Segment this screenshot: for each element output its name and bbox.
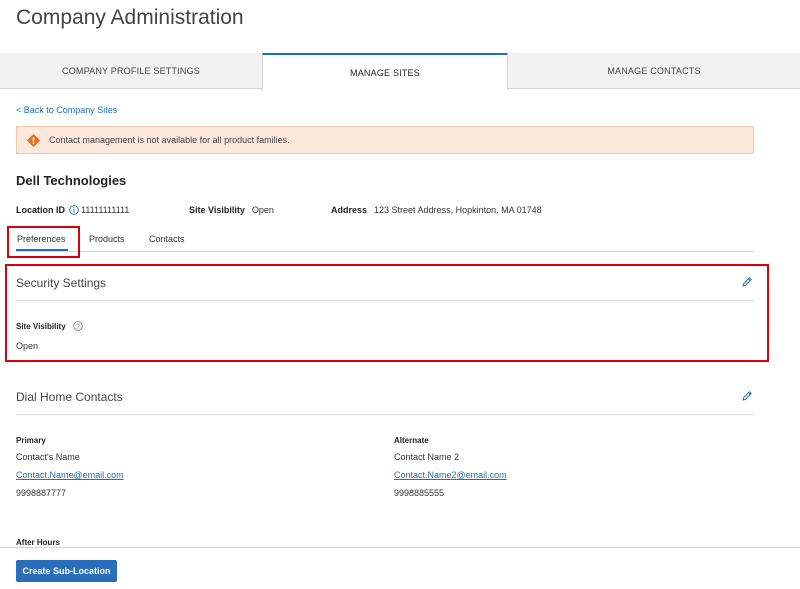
main-tabs: COMPANY PROFILE SETTINGS MANAGE SITES MA… (0, 53, 800, 90)
primary-label: Primary (16, 436, 46, 445)
sub-tabs: Preferences Products Contacts (16, 230, 754, 252)
security-settings-highlight (5, 264, 769, 362)
subtab-contacts[interactable]: Contacts (149, 234, 185, 244)
tab-company-profile-settings[interactable]: COMPANY PROFILE SETTINGS (0, 53, 262, 88)
tab-manage-contacts[interactable]: MANAGE CONTACTS (508, 53, 800, 88)
alternate-contact-name: Contact Name 2 (394, 452, 460, 462)
alternate-contact-email-link[interactable]: Contact.Name2@email.com (394, 470, 507, 480)
address-info: Address 123 Street Address, Hopkinton, M… (331, 205, 542, 215)
back-to-company-sites-link[interactable]: < Back to Company Sites (16, 105, 117, 115)
location-id-label: Location ID (16, 205, 65, 215)
primary-contact-email-link[interactable]: Contact.Name@email.com (16, 470, 124, 480)
subtab-products[interactable]: Products (89, 234, 125, 244)
location-id-value: 11111111111 (81, 205, 130, 215)
primary-contact-name: Contact's Name (16, 452, 80, 462)
alternate-contact-phone: 9998885555 (394, 488, 445, 498)
company-name: Dell Technologies (16, 173, 127, 188)
site-visibility-info: Site Visibility Open (189, 205, 274, 215)
dial-home-contacts-title: Dial Home Contacts (16, 390, 123, 404)
dial-home-divider (16, 414, 754, 415)
alert-text: Contact management is not available for … (49, 135, 290, 145)
tab-manage-sites[interactable]: MANAGE SITES (262, 53, 508, 90)
location-id-info: Location ID 11111111111 (16, 205, 129, 215)
alternate-label: Alternate (394, 436, 429, 445)
preferences-tab-highlight (7, 226, 80, 258)
page-title: Company Administration (16, 6, 244, 29)
create-sub-location-button[interactable]: Create Sub-Location (16, 560, 117, 582)
site-visibility-value: Open (251, 205, 274, 215)
address-value: 123 Street Address, Hopkinton, MA 01748 (374, 205, 542, 215)
footer-bar: Create Sub-Location (0, 547, 800, 589)
site-visibility-label: Site Visibility (189, 205, 245, 215)
address-label: Address (331, 205, 368, 215)
edit-dial-home-contacts-icon[interactable] (741, 390, 753, 402)
primary-contact-phone: 9998887777 (16, 488, 67, 498)
after-hours-label: After Hours (16, 538, 61, 547)
info-icon[interactable] (69, 205, 79, 215)
warning-icon (27, 133, 40, 147)
alert-banner: Contact management is not available for … (16, 126, 754, 154)
